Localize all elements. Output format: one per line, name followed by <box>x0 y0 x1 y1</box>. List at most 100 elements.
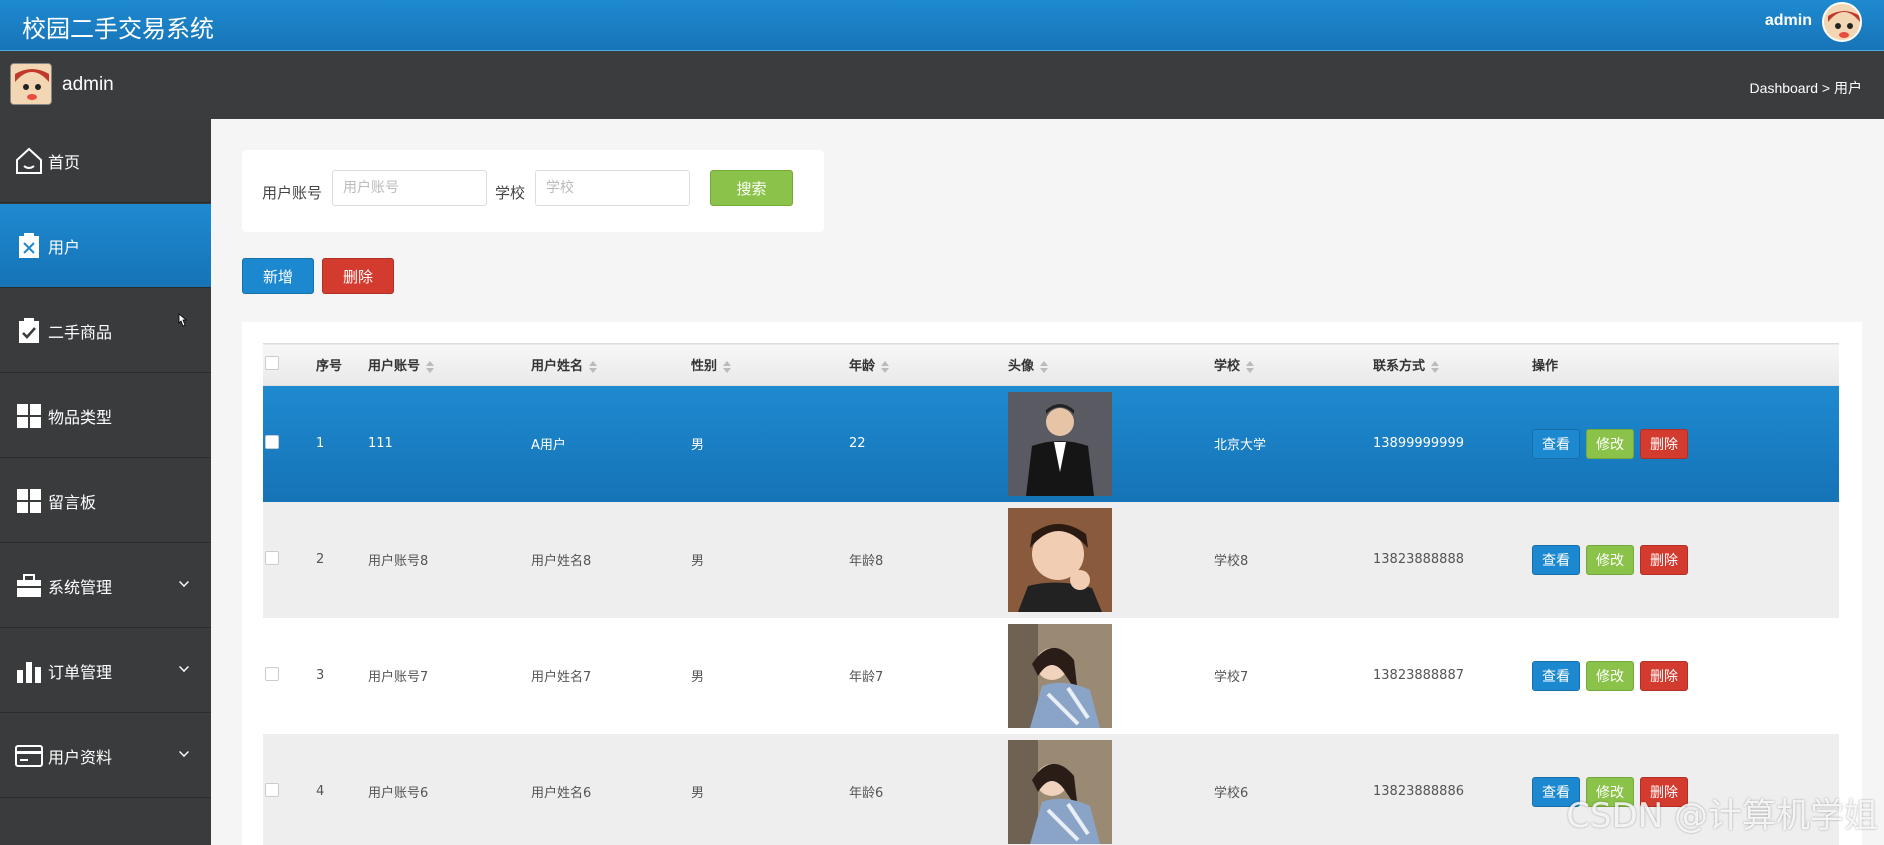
cell-phone: 13823888886 <box>1373 784 1464 799</box>
briefcase-icon <box>14 571 44 601</box>
col-header-name[interactable]: 用户姓名 <box>531 344 691 386</box>
col-header-avatar[interactable]: 头像 <box>1008 344 1214 386</box>
edit-button[interactable]: 修改 <box>1586 428 1634 459</box>
view-button[interactable]: 查看 <box>1532 660 1580 691</box>
clipboard-x-icon <box>14 231 44 261</box>
sidebar: 首页 用户 二手商品 物品类型 留言板 系统管理 订单管理 用户资料 <box>0 119 211 845</box>
add-button[interactable]: 新增 <box>242 258 314 294</box>
table-row[interactable]: 1 111 A用户 男 22 北京大学 13899999999 查看 修改 删除 <box>263 385 1839 502</box>
cell-name: 用户姓名7 <box>531 670 592 685</box>
cell-name: A用户 <box>531 438 566 454</box>
cell-no: 1 <box>316 436 325 452</box>
account-label: 用户账号 <box>262 184 323 202</box>
sort-icon[interactable] <box>589 360 598 373</box>
col-header-phone[interactable]: 联系方式 <box>1373 344 1532 386</box>
sidebar-item-goods[interactable]: 二手商品 <box>0 289 211 373</box>
cell-school: 北京大学 <box>1214 438 1267 454</box>
cell-age: 年龄8 <box>849 554 884 569</box>
clipboard-check-icon <box>14 316 44 346</box>
cell-no: 2 <box>316 552 325 567</box>
sidebar-item-label: 系统管理 <box>48 577 113 597</box>
row-delete-button[interactable]: 删除 <box>1640 660 1688 691</box>
sidebar-item-label: 留言板 <box>48 492 97 512</box>
mouse-cursor-icon <box>178 313 187 327</box>
sidebar-user-name: admin <box>62 74 114 95</box>
avatar-photo <box>1008 507 1112 612</box>
edit-button[interactable]: 修改 <box>1586 544 1634 575</box>
cell-account: 111 <box>368 436 393 452</box>
cell-gender: 男 <box>691 438 705 454</box>
main-content: 用户账号 学校 搜索 新增 删除 序号 用户账号 用户姓名 性别 年龄 头像 学… <box>211 119 1884 845</box>
sidebar-item-orders[interactable]: 订单管理 <box>0 629 211 713</box>
top-avatar[interactable] <box>1822 2 1862 42</box>
view-button[interactable]: 查看 <box>1532 544 1580 575</box>
sort-icon[interactable] <box>1431 360 1440 373</box>
search-panel: 用户账号 学校 搜索 <box>242 150 824 232</box>
row-delete-button[interactable]: 删除 <box>1640 544 1688 575</box>
breadcrumb: Dashboard > 用户 <box>1749 80 1862 96</box>
cell-school: 学校6 <box>1214 786 1249 801</box>
sidebar-item-users[interactable]: 用户 <box>0 204 211 288</box>
cell-name: 用户姓名6 <box>531 786 592 801</box>
sidebar-item-home[interactable]: 首页 <box>0 119 211 203</box>
col-header-school[interactable]: 学校 <box>1214 344 1373 386</box>
edit-button[interactable]: 修改 <box>1586 660 1634 691</box>
avatar-photo <box>1008 739 1112 844</box>
view-button[interactable]: 查看 <box>1532 428 1580 459</box>
sidebar-item-item-types[interactable]: 物品类型 <box>0 374 211 458</box>
sort-icon[interactable] <box>1040 360 1049 373</box>
cell-gender: 男 <box>691 786 705 801</box>
row-delete-button[interactable]: 删除 <box>1640 428 1688 459</box>
sidebar-item-label: 物品类型 <box>48 407 113 427</box>
avatar-photo <box>1008 623 1112 728</box>
cell-gender: 男 <box>691 670 705 685</box>
account-search-input[interactable] <box>332 170 487 206</box>
col-header-operations: 操作 <box>1532 359 1559 374</box>
row-checkbox[interactable] <box>265 666 279 681</box>
watermark: CSDN @计算机学姐 <box>1566 796 1878 836</box>
cell-school: 学校8 <box>1214 554 1249 569</box>
chevron-down-icon <box>179 747 189 757</box>
cell-age: 年龄6 <box>849 786 884 801</box>
sidebar-item-label: 用户资料 <box>48 747 113 767</box>
grid-icon <box>14 401 44 431</box>
cell-age: 22 <box>849 436 866 452</box>
cell-school: 学校7 <box>1214 670 1249 685</box>
sidebar-item-system[interactable]: 系统管理 <box>0 544 211 628</box>
chevron-down-icon <box>179 577 189 587</box>
cell-account: 用户账号8 <box>368 554 429 569</box>
sidebar-avatar <box>10 63 52 105</box>
sort-icon[interactable] <box>723 360 732 373</box>
school-label: 学校 <box>495 184 526 202</box>
sort-icon[interactable] <box>881 360 890 373</box>
search-button[interactable]: 搜索 <box>710 170 793 206</box>
sort-icon[interactable] <box>1246 360 1255 373</box>
sidebar-item-profile[interactable]: 用户资料 <box>0 714 211 798</box>
user-table: 序号 用户账号 用户姓名 性别 年龄 头像 学校 联系方式 操作 1 111 A… <box>263 343 1839 845</box>
sidebar-item-message-board[interactable]: 留言板 <box>0 459 211 543</box>
cell-gender: 男 <box>691 554 705 569</box>
sidebar-item-label: 用户 <box>48 237 81 257</box>
sidebar-item-label: 二手商品 <box>48 322 113 342</box>
avatar-photo <box>1008 391 1112 496</box>
row-checkbox[interactable] <box>265 434 279 449</box>
delete-button[interactable]: 删除 <box>322 258 394 294</box>
sidebar-item-label: 订单管理 <box>48 662 113 682</box>
row-checkbox[interactable] <box>265 782 279 797</box>
cell-name: 用户姓名8 <box>531 554 592 569</box>
col-header-account[interactable]: 用户账号 <box>368 344 531 386</box>
col-header-age[interactable]: 年龄 <box>849 344 1008 386</box>
col-header-gender[interactable]: 性别 <box>691 344 849 386</box>
select-all-checkbox[interactable] <box>265 355 279 370</box>
cell-phone: 13899999999 <box>1373 436 1464 452</box>
school-search-input[interactable] <box>535 170 690 206</box>
table-row[interactable]: 3 用户账号7 用户姓名7 男 年龄7 学校7 13823888887 查看 修… <box>263 617 1839 734</box>
table-row[interactable]: 2 用户账号8 用户姓名8 男 年龄8 学校8 13823888888 查看 修… <box>263 501 1839 618</box>
cell-phone: 13823888887 <box>1373 668 1464 683</box>
row-checkbox[interactable] <box>265 550 279 565</box>
col-header-no: 序号 <box>316 359 343 374</box>
grid-icon <box>14 486 44 516</box>
top-bar: 校园二手交易系统 admin <box>0 0 1884 51</box>
top-user-name[interactable]: admin <box>1765 12 1812 30</box>
sort-icon[interactable] <box>426 360 435 373</box>
